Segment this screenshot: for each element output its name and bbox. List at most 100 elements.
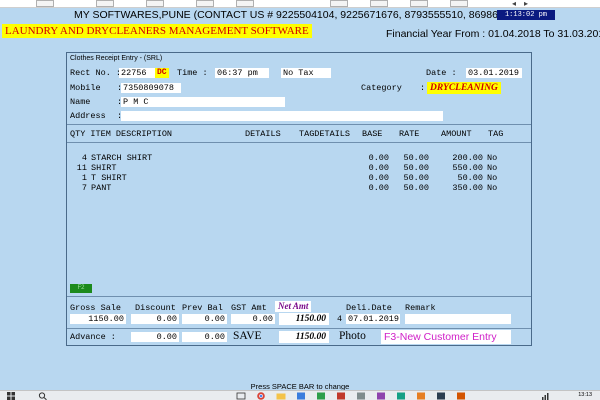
deli-date-field[interactable]: 07.01.2019 (346, 314, 400, 324)
table-row[interactable]: 1 T SHIRT 0.00 50.00 50.00 No (67, 173, 531, 183)
arrow-right-icon[interactable]: ▸ (524, 0, 528, 8)
row-qty: 11 (76, 163, 87, 173)
tax-mode-field[interactable]: No Tax (281, 68, 331, 78)
row-tag: No (487, 173, 498, 183)
row-tag: No (487, 183, 498, 193)
name-field[interactable]: P M C (121, 97, 285, 107)
time-label: Time : (177, 68, 208, 78)
network-icon[interactable] (540, 392, 550, 400)
row-amount: 350.00 (452, 183, 483, 193)
arrow-left-icon[interactable]: ◂ (512, 0, 516, 8)
toolbar-button-3[interactable] (146, 0, 164, 7)
panel-title: Clothes Receipt Entry - (SRL) (70, 55, 163, 62)
search-icon[interactable] (38, 392, 48, 400)
row-item: STARCH SHIRT (91, 153, 153, 163)
date-field[interactable]: 03.01.2019 (466, 68, 522, 78)
row-amount: 550.00 (452, 163, 483, 173)
toolbar-button-9[interactable] (450, 0, 468, 7)
deli-count: 4 (337, 314, 343, 324)
gross-sale-label: Gross Sale (70, 303, 122, 313)
mobile-field[interactable]: 7350809078 (121, 83, 181, 93)
toolbar-button-6[interactable] (330, 0, 348, 7)
row-item: SHIRT (91, 163, 117, 173)
row-qty: 7 (81, 183, 87, 193)
gross-sale-field[interactable]: 1150.00 (70, 314, 126, 324)
app-icon[interactable] (436, 392, 446, 400)
deli-date-label: Deli.Date (346, 303, 392, 313)
app-icon[interactable] (456, 392, 466, 400)
chrome-icon[interactable] (256, 392, 266, 400)
row-amount: 200.00 (452, 153, 483, 163)
divider (67, 296, 531, 297)
divider (67, 328, 531, 329)
mobile-label: Mobile (70, 83, 101, 93)
col-rate: RATE (399, 129, 420, 139)
financial-year: Financial Year From : 01.04.2018 To 31.0… (386, 28, 600, 40)
row-item: PANT (91, 183, 112, 193)
row-rate: 50.00 (403, 163, 429, 173)
app-icon[interactable] (416, 392, 426, 400)
col-tagdetails: TAGDETAILS (299, 129, 351, 139)
advance-field[interactable]: 0.00 (131, 332, 179, 342)
row-base: 0.00 (368, 173, 389, 183)
prev-bal-field[interactable]: 0.00 (182, 314, 227, 324)
dc-badge: DC (155, 68, 169, 78)
save-button[interactable]: SAVE (233, 330, 262, 342)
row-base: 0.00 (368, 183, 389, 193)
rect-no-label: Rect No. : (70, 68, 122, 78)
net-amt-label: Net Amt (275, 301, 312, 312)
name-label: Name (70, 97, 91, 107)
prev-bal-label: Prev Bal (182, 303, 223, 313)
app-icon[interactable] (296, 392, 306, 400)
app-icon[interactable] (356, 392, 366, 400)
table-row[interactable]: 11 SHIRT 0.00 50.00 550.00 No (67, 163, 531, 173)
toolbar-button-7[interactable] (370, 0, 388, 7)
row-tag: No (487, 153, 498, 163)
system-clock[interactable]: 13:13 (578, 391, 592, 400)
toolbar-button-4[interactable] (196, 0, 214, 7)
company-contact-line: MY SOFTWARES,PUNE (CONTACT US # 92255041… (74, 9, 531, 21)
app-icon[interactable] (336, 392, 346, 400)
photo-button[interactable]: Photo (339, 330, 366, 342)
address-field[interactable] (121, 111, 443, 121)
category-label: Category (361, 83, 402, 93)
remark-field[interactable] (405, 314, 511, 324)
task-view-icon[interactable] (236, 392, 246, 400)
row-amount: 50.00 (457, 173, 483, 183)
discount-field[interactable]: 0.00 (131, 314, 179, 324)
col-base: BASE (362, 129, 383, 139)
taskbar: 13:13 (0, 390, 600, 400)
row-rate: 50.00 (403, 153, 429, 163)
time-field[interactable]: 06:37 pm (215, 68, 269, 78)
discount-label: Discount (135, 303, 176, 313)
clock-display: 1:13:02 pm (497, 10, 555, 20)
file-explorer-icon[interactable] (276, 392, 286, 400)
category-value[interactable]: DRYCLEANING (427, 82, 501, 94)
app-icon[interactable] (316, 392, 326, 400)
windows-start-icon[interactable] (6, 392, 16, 400)
advance-secondary-field[interactable]: 0.00 (182, 332, 227, 342)
save-amount: 1150.00 (279, 331, 329, 343)
row-base: 0.00 (368, 163, 389, 173)
toolbar-button-2[interactable] (96, 0, 114, 7)
app-icon[interactable] (396, 392, 406, 400)
table-row[interactable]: 7 PANT 0.00 50.00 350.00 No (67, 183, 531, 193)
toolbar-button-8[interactable] (410, 0, 428, 7)
net-amt-value: 1150.00 (279, 313, 329, 325)
category-colon: : (420, 83, 426, 93)
app-icon[interactable] (376, 392, 386, 400)
table-row[interactable]: 4 STARCH SHIRT 0.00 50.00 200.00 No (67, 153, 531, 163)
address-label: Address (70, 111, 106, 121)
col-qty-item: QTY ITEM DESCRIPTION (70, 129, 173, 139)
col-amount: AMOUNT (441, 129, 472, 139)
row-base: 0.00 (368, 153, 389, 163)
rect-no-field[interactable]: 22756 (119, 68, 155, 78)
function-key-indicator[interactable]: F2 (70, 284, 92, 293)
new-customer-entry-button[interactable]: F3-New Customer Entry (381, 330, 511, 344)
gst-amt-field[interactable]: 0.00 (231, 314, 275, 324)
row-qty: 4 (81, 153, 87, 163)
col-details: DETAILS (245, 129, 281, 139)
row-rate: 50.00 (403, 183, 429, 193)
toolbar-button-5[interactable] (236, 0, 254, 7)
toolbar-button-1[interactable] (36, 0, 54, 7)
